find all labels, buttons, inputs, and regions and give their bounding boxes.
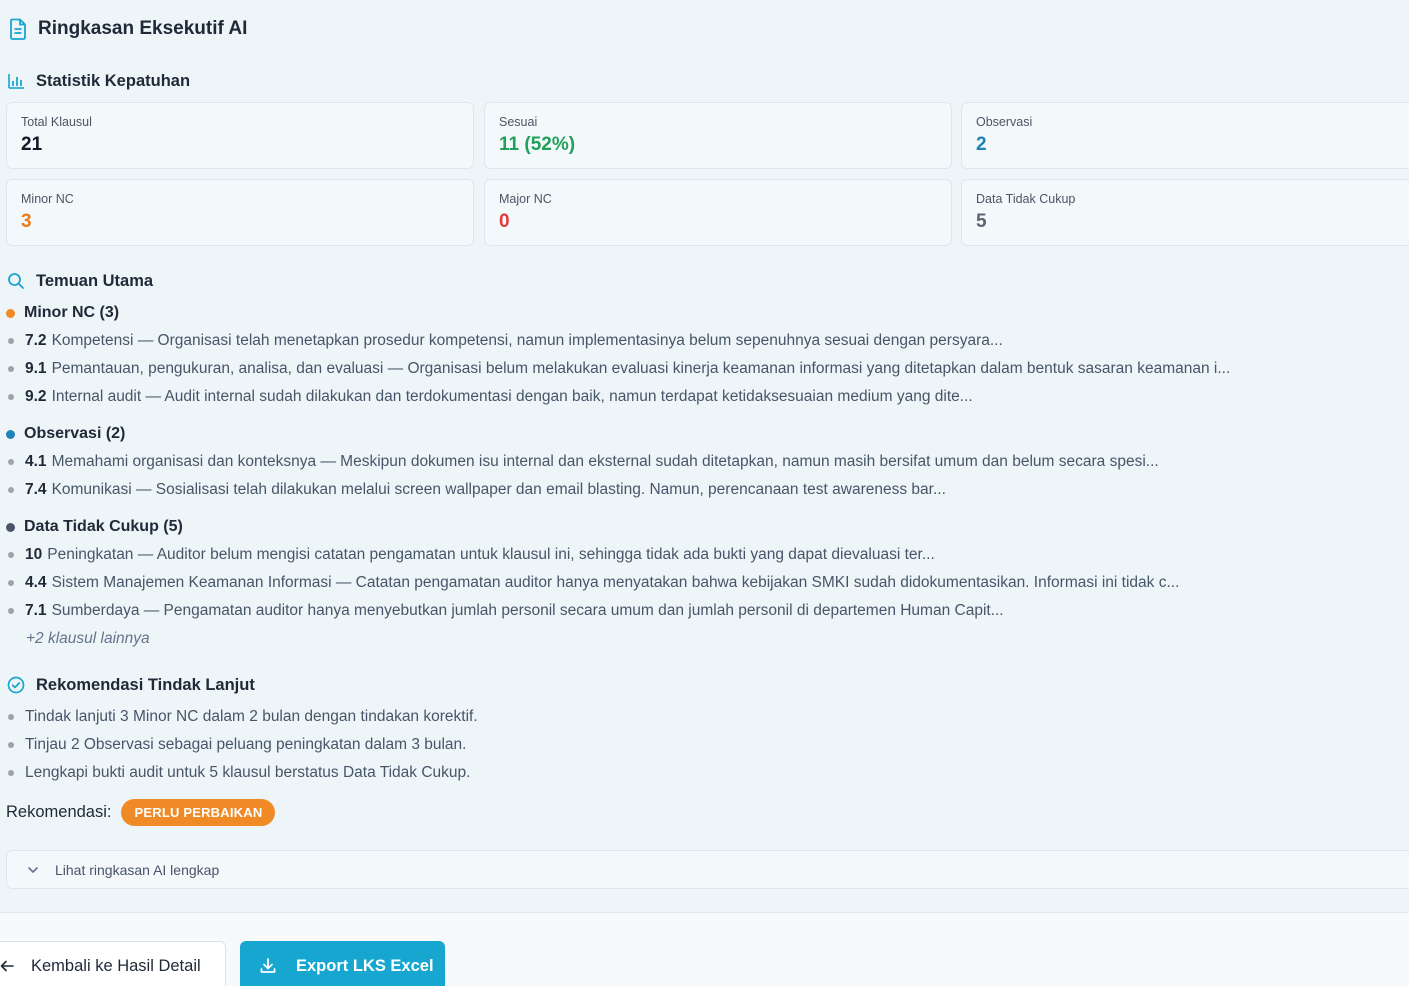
status-badge: PERLU PERBAIKAN: [121, 799, 276, 826]
recommendation-item: Tindak lanjuti 3 Minor NC dalam 2 bulan …: [8, 708, 478, 726]
clause-code: 7.1: [25, 602, 47, 619]
stat-card-data-tidak-cukup: Data Tidak Cukup 5: [961, 179, 1409, 246]
more-clauses-note: +2 klausul lainnya: [26, 630, 150, 647]
stat-label: Sesuai: [499, 115, 538, 129]
stat-label: Observasi: [976, 115, 1033, 129]
group-title: Minor NC (3): [24, 304, 120, 321]
verdict-label: Rekomendasi:: [6, 803, 112, 821]
recommendations-heading: Rekomendasi Tindak Lanjut: [36, 675, 255, 694]
document-icon: [8, 18, 28, 40]
stat-label: Minor NC: [21, 192, 74, 206]
group-minor-nc: Minor NC (3): [6, 304, 119, 322]
stats-heading: Statistik Kepatuhan: [36, 71, 191, 90]
bullet-icon: [8, 338, 14, 344]
clause-code: 4.1: [25, 453, 47, 470]
finding-text: Komunikasi — Sosialisasi telah dilakukan…: [51, 481, 946, 498]
finding-text: Pemantauan, pengukuran, analisa, dan eva…: [51, 360, 1231, 377]
stat-value: 21: [21, 134, 43, 155]
recommendation-text: Lengkapi bukti audit untuk 5 klausul ber…: [25, 764, 471, 781]
stats-heading-row: Statistik Kepatuhan: [6, 71, 190, 91]
bullet-icon: [8, 552, 14, 558]
stat-label: Total Klausul: [21, 115, 92, 129]
search-icon: [6, 271, 26, 291]
bullet-icon: [8, 770, 14, 776]
recommendation-item: Lengkapi bukti audit untuk 5 klausul ber…: [8, 764, 470, 782]
chevron-down-icon: [23, 860, 43, 880]
clause-code: 10: [25, 546, 43, 563]
back-button[interactable]: Kembali ke Hasil Detail: [0, 941, 226, 986]
stat-card-major-nc: Major NC 0: [484, 179, 952, 246]
stat-value: 11 (52%): [499, 134, 576, 155]
finding-text: Peningkatan — Auditor belum mengisi cata…: [47, 546, 935, 563]
export-excel-button[interactable]: Export LKS Excel: [240, 941, 445, 986]
finding-text: Kompetensi — Organisasi telah menetapkan…: [51, 332, 1003, 349]
finding-item: 7.2 Kompetensi — Organisasi telah menetap…: [8, 332, 1003, 350]
finding-item: 10 Peningkatan — Auditor belum mengisi ca…: [8, 546, 935, 564]
stat-value: 3: [21, 211, 32, 232]
recommendations-heading-row: Rekomendasi Tindak Lanjut: [6, 675, 255, 695]
status-dot: [6, 429, 15, 439]
findings-heading: Temuan Utama: [36, 271, 154, 290]
export-button-label: Export LKS Excel: [296, 956, 434, 975]
finding-text: Sumberdaya — Pengamatan auditor hanya me…: [51, 602, 1004, 619]
finding-item: 7.4 Komunikasi — Sosialisasi telah dilaku…: [8, 481, 946, 499]
status-dot: [6, 522, 15, 532]
stat-label: Data Tidak Cukup: [976, 192, 1076, 206]
clause-code: 9.2: [25, 388, 47, 405]
stat-label: Major NC: [499, 192, 552, 206]
bullet-icon: [8, 366, 14, 372]
arrow-left-icon: [0, 956, 17, 976]
bullet-icon: [8, 394, 14, 400]
expander-label: Lihat ringkasan AI lengkap: [55, 861, 220, 878]
stat-card-sesuai: Sesuai 11 (52%): [484, 102, 952, 169]
bullet-icon: [8, 580, 14, 586]
finding-item: 4.1 Memahami organisasi dan konteksnya — …: [8, 453, 1159, 471]
bar-chart-icon: [6, 71, 26, 91]
bullet-icon: [8, 608, 14, 614]
status-dot: [6, 308, 15, 318]
recommendation-text: Tindak lanjuti 3 Minor NC dalam 2 bulan …: [25, 708, 478, 725]
group-title: Data Tidak Cukup (5): [24, 518, 183, 535]
recommendation-item: Tinjau 2 Observasi sebagai peluang penin…: [8, 736, 466, 754]
clause-code: 7.2: [25, 332, 47, 349]
finding-item: 9.1 Pemantauan, pengukuran, analisa, dan …: [8, 360, 1230, 378]
stat-value: 0: [499, 211, 510, 232]
finding-item: 9.2 Internal audit — Audit internal sudah…: [8, 388, 973, 406]
stat-value: 5: [976, 211, 987, 232]
clause-code: 4.4: [25, 574, 47, 591]
bullet-icon: [8, 714, 14, 720]
page-title: Ringkasan Eksekutif AI: [38, 18, 248, 39]
recommendation-text: Tinjau 2 Observasi sebagai peluang penin…: [25, 736, 467, 753]
group-observasi: Observasi (2): [6, 425, 125, 443]
stat-value: 2: [976, 134, 987, 155]
group-data-tidak-cukup: Data Tidak Cukup (5): [6, 518, 183, 536]
finding-item: 4.4 Sistem Manajemen Keamanan Informasi —…: [8, 574, 1179, 592]
findings-heading-row: Temuan Utama: [6, 271, 153, 291]
bullet-icon: [8, 459, 14, 465]
finding-text: Internal audit — Audit internal sudah di…: [51, 388, 973, 405]
group-title: Observasi (2): [24, 425, 126, 442]
download-icon: [258, 956, 278, 976]
clause-code: 9.1: [25, 360, 47, 377]
full-summary-expander[interactable]: Lihat ringkasan AI lengkap: [6, 850, 1409, 889]
finding-item: 7.1 Sumberdaya — Pengamatan auditor hanya…: [8, 602, 1004, 620]
back-button-label: Kembali ke Hasil Detail: [31, 956, 201, 975]
executive-summary-panel: Ringkasan Eksekutif AI Statistik Kepatuh…: [0, 0, 1409, 912]
clause-code: 7.4: [25, 481, 47, 498]
finding-text: Memahami organisasi dan konteksnya — Mes…: [51, 453, 1159, 470]
summary-title-row: Ringkasan Eksekutif AI: [8, 18, 247, 40]
recommendation-verdict-row: Rekomendasi: PERLU PERBAIKAN: [6, 799, 276, 826]
bullet-icon: [8, 742, 14, 748]
stat-card-observasi: Observasi 2: [961, 102, 1409, 169]
bullet-icon: [8, 487, 14, 493]
stat-card-minor-nc: Minor NC 3: [6, 179, 474, 246]
check-circle-icon: [6, 675, 26, 695]
finding-text: Sistem Manajemen Keamanan Informasi — Ca…: [51, 574, 1180, 591]
stat-card-total: Total Klausul 21: [6, 102, 474, 169]
